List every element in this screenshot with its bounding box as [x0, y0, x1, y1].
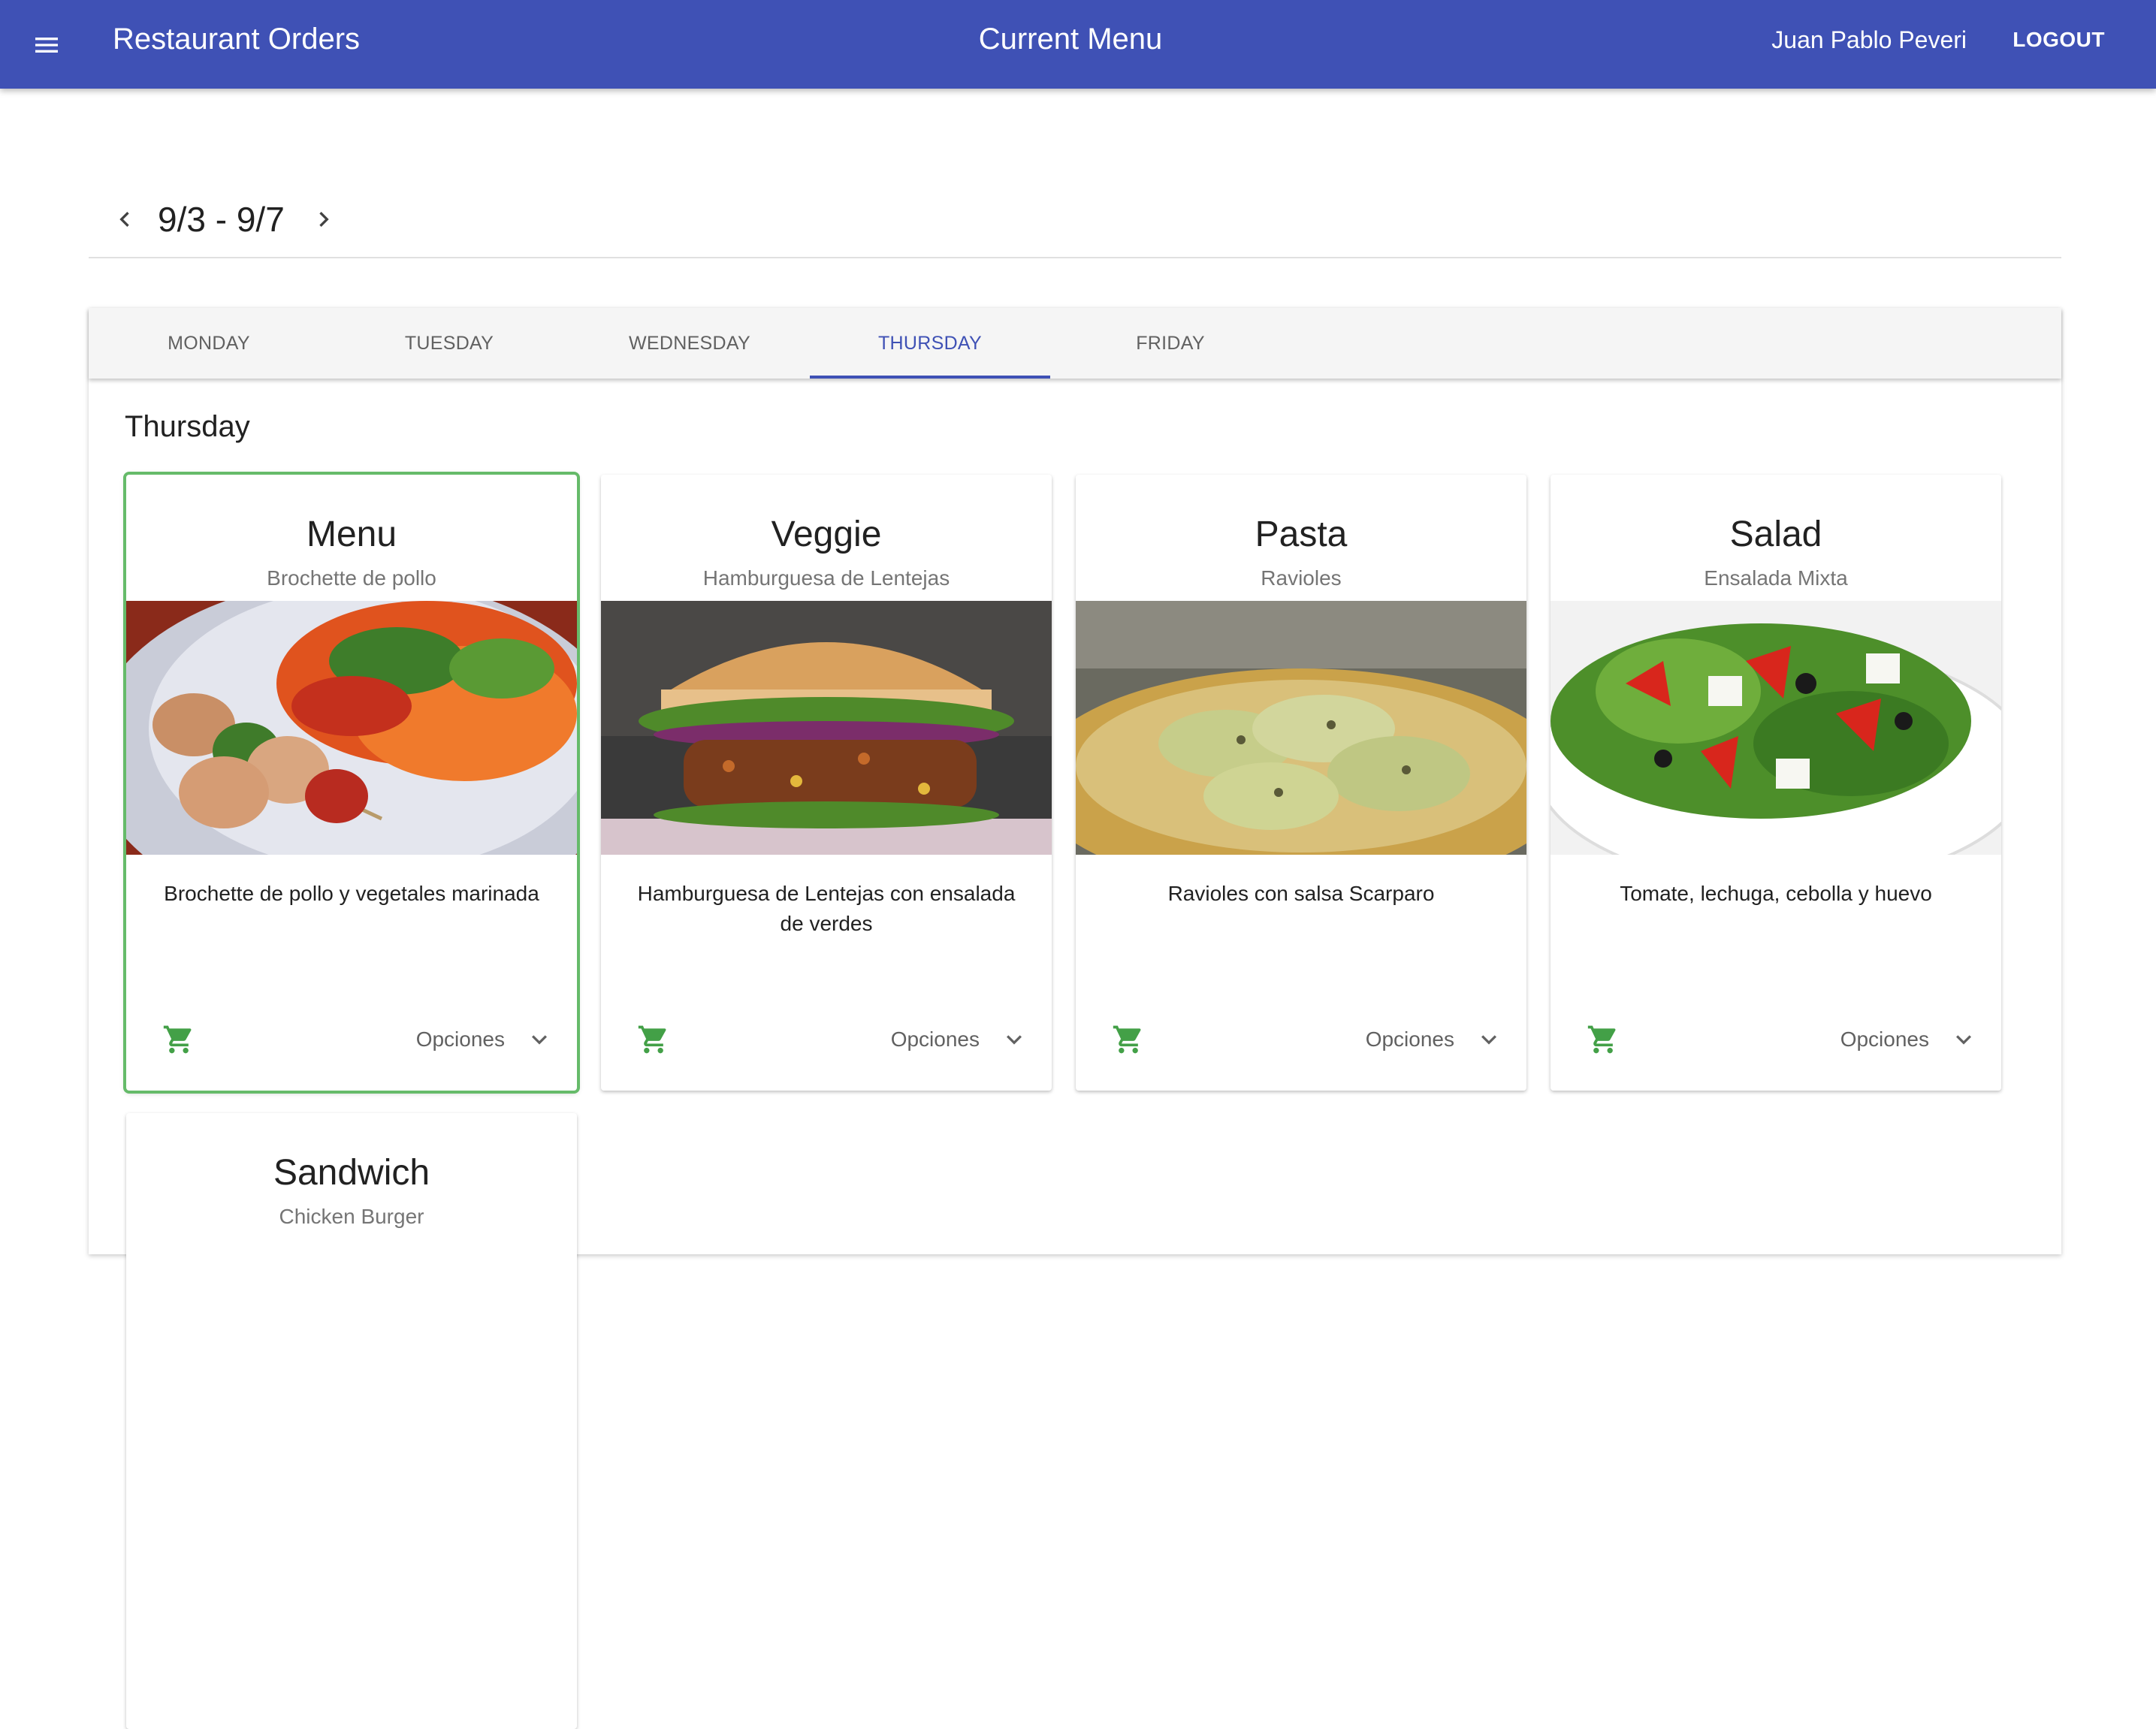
brochette-image	[126, 601, 577, 855]
tab-wednesday[interactable]: WEDNESDAY	[569, 308, 810, 379]
card-description: Brochette de pollo y vegetales marinada	[164, 882, 539, 905]
tab-friday[interactable]: FRIDAY	[1050, 308, 1291, 379]
chevron-down-icon	[999, 1024, 1029, 1055]
options-dropdown[interactable]: Opciones	[1366, 1017, 1504, 1062]
card-subtitle: Hamburguesa de Lentejas	[702, 566, 950, 590]
card-description: Tomate, lechuga, cebolla y huevo	[1620, 882, 1932, 905]
chevron-down-icon	[1949, 1024, 1979, 1055]
card-subtitle: Ensalada Mixta	[1704, 566, 1848, 590]
week-navigator: 9/3 - 9/7	[105, 192, 343, 246]
ravioli-image	[1076, 601, 1526, 855]
day-tabs: MONDAY TUESDAY WEDNESDAY THURSDAY FRIDAY	[89, 308, 2061, 379]
options-label: Opciones	[1365, 1027, 1454, 1051]
chevron-down-icon	[1474, 1024, 1504, 1055]
week-range-label: 9/3 - 9/7	[158, 200, 285, 239]
options-label: Opciones	[415, 1027, 505, 1051]
chevron-right-icon[interactable]	[304, 200, 343, 239]
card-subtitle: Brochette de pollo	[267, 566, 436, 590]
options-label: Opciones	[890, 1027, 980, 1051]
tab-tuesday[interactable]: TUESDAY	[329, 308, 569, 379]
divider	[89, 257, 2061, 258]
page-title: Current Menu	[978, 23, 1163, 56]
card-title: Menu	[306, 514, 397, 554]
options-dropdown[interactable]: Opciones	[1840, 1017, 1979, 1062]
app-title: Restaurant Orders	[113, 23, 361, 56]
sandwich-card[interactable]: Sandwich Chicken Burger	[126, 1113, 577, 1729]
shopping-cart-icon[interactable]	[156, 1017, 201, 1062]
card-subtitle: Ravioles	[1261, 566, 1342, 590]
chevron-left-icon[interactable]	[105, 200, 144, 239]
shopping-cart-icon[interactable]	[1106, 1017, 1151, 1062]
hamburger-menu-icon[interactable]	[29, 27, 65, 63]
chevron-down-icon	[524, 1024, 554, 1055]
salad-card[interactable]: Salad Ensalada Mixta Tomate, lechuga, ce…	[1551, 475, 2001, 1091]
card-title: Sandwich	[273, 1153, 430, 1193]
shopping-cart-icon[interactable]	[631, 1017, 676, 1062]
tab-monday[interactable]: MONDAY	[89, 308, 329, 379]
options-dropdown[interactable]: Opciones	[891, 1017, 1029, 1062]
veggie-burger-image	[601, 601, 1052, 855]
tab-thursday[interactable]: THURSDAY	[810, 308, 1050, 379]
user-name: Juan Pablo Peveri	[1771, 26, 1967, 53]
veggie-card[interactable]: Veggie Hamburguesa de Lentejas Hamburgue…	[601, 475, 1052, 1091]
options-label: Opciones	[1840, 1027, 1929, 1051]
salad-image	[1551, 601, 2001, 855]
card-description: Hamburguesa de Lentejas con ensalada de …	[637, 882, 1016, 935]
app-bar: Restaurant Orders Current Menu Juan Pabl…	[0, 0, 2156, 89]
card-title: Pasta	[1255, 514, 1348, 554]
card-description: Ravioles con salsa Scarparo	[1167, 882, 1435, 905]
menu-card[interactable]: Menu Brochette de pollo Brochette de pol…	[126, 475, 577, 1091]
menu-panel: MONDAY TUESDAY WEDNESDAY THURSDAY FRIDAY…	[89, 308, 2061, 1729]
logout-button[interactable]: LOGOUT	[2005, 23, 2112, 57]
card-title: Veggie	[771, 514, 882, 554]
card-title: Salad	[1729, 514, 1822, 554]
day-heading: Thursday	[125, 410, 250, 443]
pasta-card[interactable]: Pasta Ravioles Ravioles con salsa Scarpa…	[1076, 475, 1526, 1091]
shopping-cart-icon[interactable]	[1581, 1017, 1626, 1062]
options-dropdown[interactable]: Opciones	[416, 1017, 554, 1062]
card-subtitle: Chicken Burger	[279, 1205, 424, 1228]
